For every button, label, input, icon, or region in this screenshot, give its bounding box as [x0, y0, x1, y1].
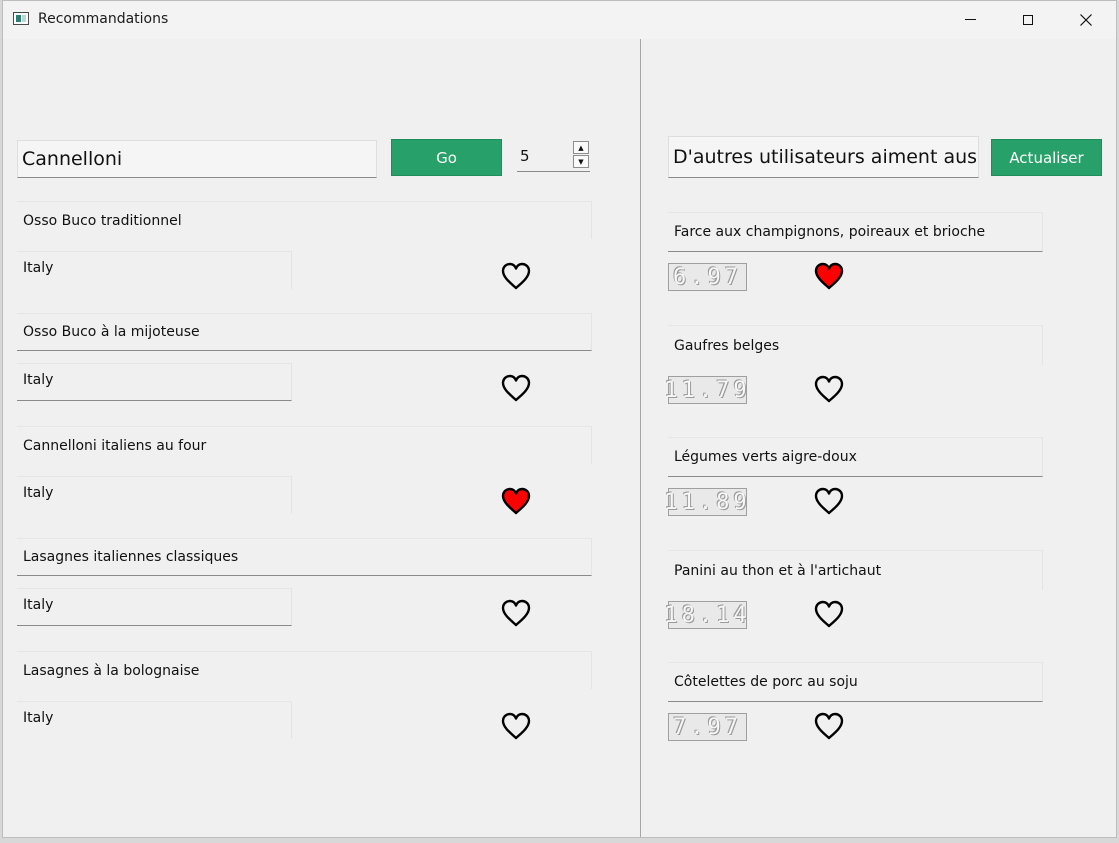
heart-outline-icon[interactable] [501, 599, 531, 627]
recommendation-label-field[interactable] [668, 136, 979, 178]
result-title[interactable]: Osso Buco traditionnel [17, 201, 592, 239]
spin-down-icon[interactable]: ▼ [573, 155, 589, 168]
close-button[interactable] [1057, 1, 1115, 39]
recommendation-title[interactable]: Panini au thon et à l'artichaut [668, 550, 1043, 590]
result-title[interactable]: Cannelloni italiens au four [17, 426, 592, 464]
result-country[interactable]: Italy [17, 701, 292, 739]
go-button[interactable]: Go [391, 139, 502, 176]
heart-outline-icon[interactable] [501, 262, 531, 290]
result-title[interactable]: Osso Buco à la mijoteuse [17, 313, 592, 351]
result-title[interactable]: Lasagnes à la bolognaise [17, 651, 592, 689]
heart-outline-icon[interactable] [814, 712, 844, 740]
result-count-value: 5 [520, 147, 530, 165]
score-lcd-display: 18.14 [664, 601, 751, 629]
minimize-icon [964, 18, 976, 20]
heart-outline-icon[interactable] [501, 712, 531, 740]
window-title: Recommandations [38, 11, 169, 27]
result-country[interactable]: Italy [17, 476, 292, 514]
score-lcd-display: 11.79 [664, 376, 751, 404]
heart-outline-icon[interactable] [814, 375, 844, 403]
recommendation-title[interactable]: Farce aux champignons, poireaux et brioc… [668, 212, 1043, 252]
minimize-button[interactable] [941, 1, 999, 39]
result-country[interactable]: Italy [17, 251, 292, 289]
maximize-icon [1023, 15, 1033, 25]
app-window: Recommandations Go 5 ▲ ▼ Osso Buco tradi… [2, 0, 1117, 838]
score-lcd-display: 6.97 [668, 263, 747, 291]
close-icon [1080, 14, 1092, 26]
maximize-button[interactable] [999, 1, 1057, 39]
recommendation-title[interactable]: Gaufres belges [668, 325, 1043, 365]
heart-outline-icon[interactable] [814, 487, 844, 515]
result-country[interactable]: Italy [17, 588, 292, 626]
window-bottom-edge [0, 838, 1119, 843]
title-bar[interactable]: Recommandations [3, 1, 1116, 39]
result-country[interactable]: Italy [17, 363, 292, 401]
search-input[interactable] [17, 140, 377, 178]
refresh-button[interactable]: Actualiser [991, 139, 1102, 176]
heart-outline-icon[interactable] [814, 600, 844, 628]
score-lcd-display: 11.89 [664, 488, 751, 516]
result-title[interactable]: Lasagnes italiennes classiques [17, 538, 592, 576]
panel-divider [640, 39, 641, 837]
score-lcd-display: 7.97 [668, 713, 747, 741]
heart-filled-icon[interactable] [501, 487, 531, 515]
app-icon [13, 12, 29, 25]
heart-filled-icon[interactable] [814, 262, 844, 290]
heart-outline-icon[interactable] [501, 374, 531, 402]
recommendation-title[interactable]: Côtelettes de porc au soju [668, 662, 1043, 702]
recommendation-title[interactable]: Légumes verts aigre-doux [668, 437, 1043, 477]
spin-up-icon[interactable]: ▲ [573, 141, 589, 154]
result-count-spinbox[interactable]: 5 ▲ ▼ [517, 140, 590, 172]
